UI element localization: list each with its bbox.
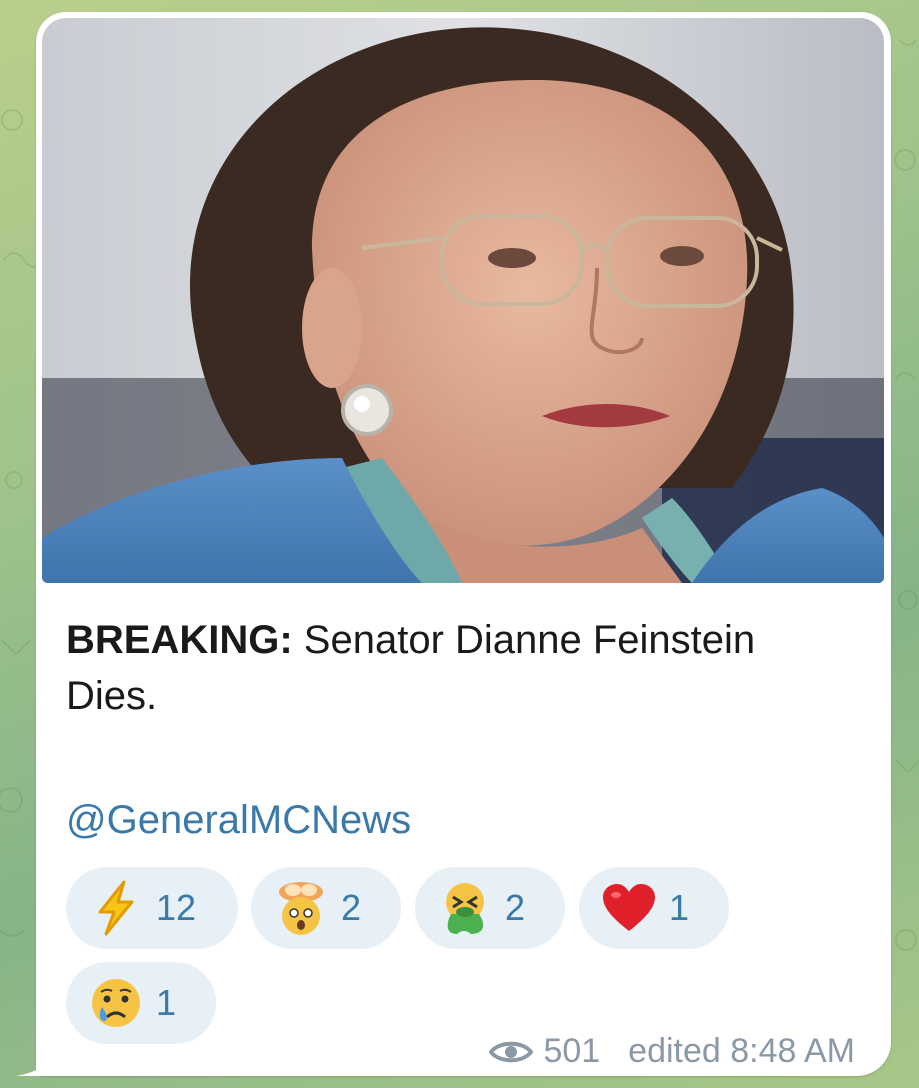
reaction-count: 2	[505, 887, 526, 928]
message-caption: BREAKING: Senator Dianne Feinstein Dies.	[66, 612, 856, 724]
message-meta: 501 edited 8:48 AM	[489, 1032, 855, 1071]
message-photo[interactable]	[42, 18, 884, 583]
bubble-tail	[16, 1046, 56, 1076]
crying-face-icon	[88, 975, 144, 1031]
reaction-exploding-head[interactable]: 2	[251, 867, 401, 949]
reaction-count: 12	[156, 887, 197, 928]
reaction-count: 2	[341, 887, 362, 928]
vomiting-face-icon	[437, 880, 493, 936]
channel-mention-link[interactable]: @GeneralMCNews	[66, 792, 411, 848]
reaction-count: 1	[669, 887, 690, 928]
caption-breaking-label: BREAKING:	[66, 618, 293, 662]
red-heart-icon	[601, 880, 657, 936]
reaction-vomiting-face[interactable]: 2	[415, 867, 565, 949]
reaction-count: 1	[156, 982, 177, 1023]
eye-icon	[489, 1038, 534, 1066]
reaction-crying-face[interactable]: 1	[66, 962, 216, 1044]
message-bubble[interactable]: BREAKING: Senator Dianne Feinstein Dies.…	[16, 12, 891, 1076]
exploding-head-icon	[273, 880, 329, 936]
view-count: 501	[543, 1032, 601, 1070]
edited-timestamp: edited 8:48 AM	[628, 1032, 855, 1070]
zap-icon	[88, 880, 144, 936]
reaction-zap[interactable]: 12	[66, 867, 238, 949]
reaction-red-heart[interactable]: 1	[579, 867, 729, 949]
portrait-photo-icon	[42, 18, 884, 583]
